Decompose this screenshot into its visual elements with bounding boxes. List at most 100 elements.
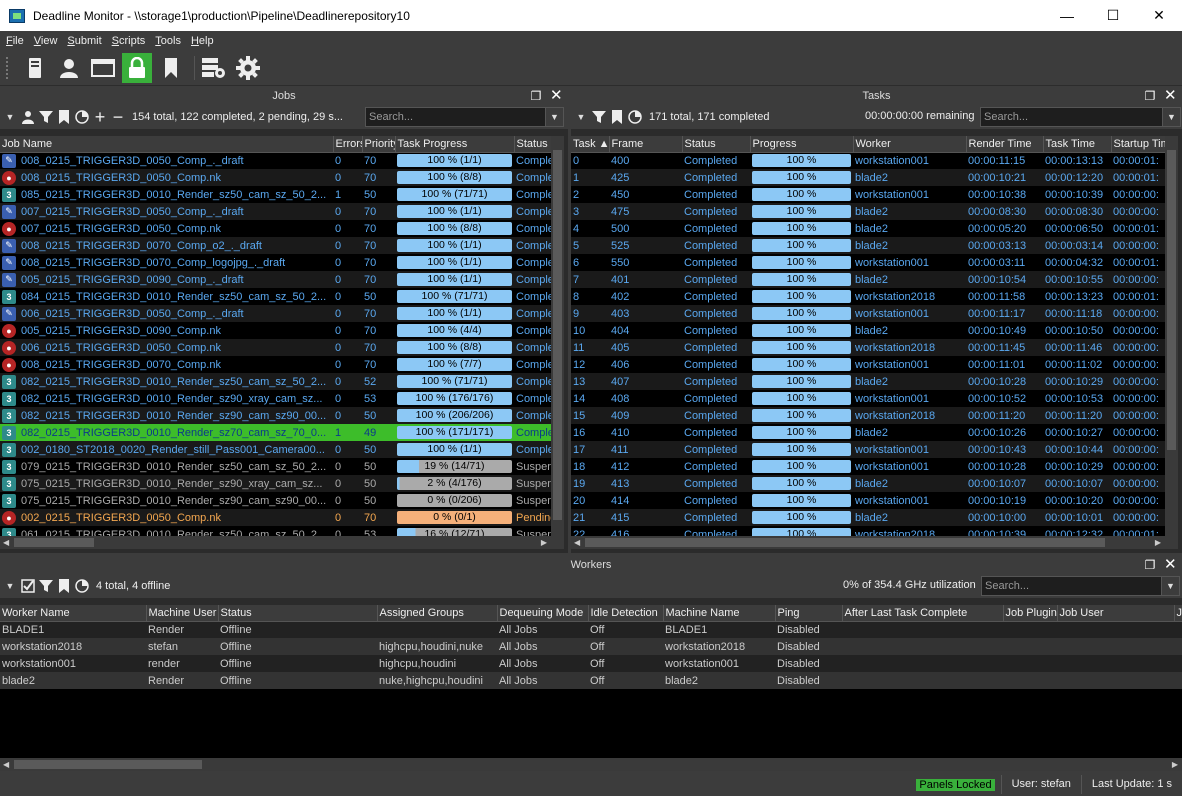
job-name-cell[interactable]: ✎ 008_0215_TRIGGER3D_0070_Comp_logojpg_._… <box>0 254 333 271</box>
job-name-cell[interactable]: ● 005_0215_TRIGGER3D_0090_Comp.nk <box>0 322 333 339</box>
worker-row[interactable]: workstation001 render Offline highcpu,houdi… <box>0 655 1182 672</box>
col-idle-detection[interactable]: Idle Detection <box>588 605 664 622</box>
collapse-all-icon[interactable]: − <box>110 107 126 127</box>
col-startup-time[interactable]: Startup Time <box>1111 136 1165 153</box>
col-worker-name[interactable]: Worker Name <box>0 605 147 622</box>
col-assigned-groups[interactable]: Assigned Groups <box>377 605 498 622</box>
task-row[interactable]: 20 414 Completed 100 % workstation001 00:00:1… <box>571 492 1165 509</box>
job-name-cell[interactable]: 3 085_0215_TRIGGER3D_0010_Render_sz50_cam… <box>0 186 333 203</box>
bookmark-icon[interactable] <box>56 578 72 594</box>
worker-row[interactable]: workstation2018 stefan Offline highcpu,houd… <box>0 638 1182 655</box>
job-name-cell[interactable]: 3 082_0215_TRIGGER3D_0010_Render_sz70_cam… <box>0 424 333 441</box>
worker-row[interactable]: BLADE1 Render Offline All Jobs Off BLADE1 Disa… <box>0 621 1182 638</box>
task-row[interactable]: 4 500 Completed 100 % blade2 00:00:05:20 00:00… <box>571 220 1165 237</box>
float-panel-icon[interactable]: ❐ <box>1144 559 1156 571</box>
search-dropdown-icon[interactable]: ▼ <box>545 108 563 126</box>
menu-file[interactable]: File <box>6 35 24 47</box>
col-priority[interactable]: Priority <box>362 136 396 153</box>
panel-menu-dropdown-icon[interactable]: ▼ <box>2 578 18 594</box>
job-row[interactable]: 3 075_0215_TRIGGER3D_0010_Render_sz90_xra… <box>0 475 551 492</box>
bookmark-icon[interactable] <box>156 53 186 83</box>
task-row[interactable]: 1 425 Completed 100 % blade2 00:00:10:21 00:00… <box>571 169 1165 186</box>
float-panel-icon[interactable]: ❐ <box>530 90 542 102</box>
jobs-search-input[interactable]: Search... ▼ <box>365 107 564 127</box>
task-row[interactable]: 10 404 Completed 100 % blade2 00:00:10:49 00:0… <box>571 322 1165 339</box>
expand-all-icon[interactable]: + <box>92 107 108 127</box>
task-row[interactable]: 22 416 Completed 100 % workstation2018 00:00:… <box>571 526 1165 536</box>
jobs-vertical-scrollbar[interactable] <box>551 136 564 536</box>
filter-icon[interactable] <box>591 109 607 125</box>
col-status[interactable]: Status <box>218 605 378 622</box>
checkbox-filter-icon[interactable] <box>20 578 36 594</box>
job-name-cell[interactable]: 3 082_0215_TRIGGER3D_0010_Render_sz90_xra… <box>0 390 333 407</box>
task-row[interactable]: 2 450 Completed 100 % workstation001 00:00:10… <box>571 186 1165 203</box>
repository-icon[interactable] <box>20 53 50 83</box>
job-row[interactable]: 3 082_0215_TRIGGER3D_0010_Render_sz90_xra… <box>0 390 551 407</box>
job-name-cell[interactable]: 3 082_0215_TRIGGER3D_0010_Render_sz50_cam… <box>0 373 333 390</box>
job-name-cell[interactable]: ✎ 005_0215_TRIGGER3D_0090_Comp_._draft <box>0 271 333 288</box>
job-row[interactable]: ✎ 007_0215_TRIGGER3D_0050_Comp_._draft 0 70… <box>0 203 551 220</box>
panel-menu-dropdown-icon[interactable]: ▼ <box>2 109 18 125</box>
job-name-cell[interactable]: ✎ 006_0215_TRIGGER3D_0050_Comp_._draft <box>0 305 333 322</box>
job-name-cell[interactable]: 3 082_0215_TRIGGER3D_0010_Render_sz90_cam… <box>0 407 333 424</box>
task-row[interactable]: 12 406 Completed 100 % workstation001 00:00:1… <box>571 356 1165 373</box>
job-row[interactable]: 3 082_0215_TRIGGER3D_0010_Render_sz70_cam… <box>0 424 551 441</box>
col-errors[interactable]: Errors <box>333 136 363 153</box>
job-row[interactable]: 3 079_0215_TRIGGER3D_0010_Render_sz50_cam… <box>0 458 551 475</box>
col-dequeuing-mode[interactable]: Dequeuing Mode <box>497 605 589 622</box>
col-j[interactable]: J <box>1174 605 1182 622</box>
menu-submit[interactable]: Submit <box>67 35 101 47</box>
job-name-cell[interactable]: ● 006_0215_TRIGGER3D_0050_Comp.nk <box>0 339 333 356</box>
col-job-plugin[interactable]: Job Plugin <box>1003 605 1058 622</box>
col-task[interactable]: Task ▲ <box>571 136 610 153</box>
job-row[interactable]: 3 084_0215_TRIGGER3D_0010_Render_sz50_cam… <box>0 288 551 305</box>
gear-icon[interactable] <box>233 53 263 83</box>
server-settings-icon[interactable] <box>199 53 229 83</box>
filter-icon[interactable] <box>38 578 54 594</box>
job-name-cell[interactable]: 3 079_0215_TRIGGER3D_0010_Render_sz50_cam… <box>0 458 333 475</box>
job-name-cell[interactable]: 3 084_0215_TRIGGER3D_0010_Render_sz50_cam… <box>0 288 333 305</box>
toolbar-grip[interactable] <box>6 56 10 79</box>
job-name-cell[interactable]: ✎ 008_0215_TRIGGER3D_0070_Comp_o2_._draft <box>0 237 333 254</box>
minimize-button[interactable]: — <box>1044 0 1090 31</box>
job-row[interactable]: ● 007_0215_TRIGGER3D_0050_Comp.nk 0 70 100 %… <box>0 220 551 237</box>
job-name-cell[interactable]: ● 002_0215_TRIGGER3D_0050_Comp.nk <box>0 509 333 526</box>
task-row[interactable]: 17 411 Completed 100 % workstation001 00:00:1… <box>571 441 1165 458</box>
col-worker[interactable]: Worker <box>853 136 967 153</box>
job-row[interactable]: ✎ 008_0215_TRIGGER3D_0070_Comp_o2_._draft… <box>0 237 551 254</box>
tasks-search-input[interactable]: Search... ▼ <box>980 107 1181 127</box>
job-name-cell[interactable]: 3 061_0215_TRIGGER3D_0010_Render_sz50_cam… <box>0 526 333 536</box>
job-name-cell[interactable]: ● 007_0215_TRIGGER3D_0050_Comp.nk <box>0 220 333 237</box>
col-after-last-task[interactable]: After Last Task Complete <box>842 605 1004 622</box>
job-name-cell[interactable]: ● 008_0215_TRIGGER3D_0070_Comp.nk <box>0 356 333 373</box>
job-name-cell[interactable]: 3 075_0215_TRIGGER3D_0010_Render_sz90_xra… <box>0 475 333 492</box>
task-row[interactable]: 13 407 Completed 100 % blade2 00:00:10:28 00:0… <box>571 373 1165 390</box>
task-row[interactable]: 18 412 Completed 100 % workstation001 00:00:1… <box>571 458 1165 475</box>
col-task-time[interactable]: Task Time <box>1043 136 1112 153</box>
panels-locked-indicator[interactable]: Panels Locked <box>916 778 995 791</box>
workers-horizontal-scrollbar[interactable]: ◀ ▶ <box>0 758 1182 771</box>
col-render-time[interactable]: Render Time <box>966 136 1044 153</box>
task-row[interactable]: 3 475 Completed 100 % blade2 00:00:08:30 00:00… <box>571 203 1165 220</box>
tasks-horizontal-scrollbar[interactable]: ◀ ▶ <box>571 536 1178 549</box>
menu-tools[interactable]: Tools <box>155 35 181 47</box>
jobs-horizontal-scrollbar[interactable]: ◀ ▶ <box>0 536 564 549</box>
task-row[interactable]: 16 410 Completed 100 % blade2 00:00:10:26 00:0… <box>571 424 1165 441</box>
col-task-progress[interactable]: Task Progress <box>395 136 515 153</box>
task-row[interactable]: 14 408 Completed 100 % workstation001 00:00:1… <box>571 390 1165 407</box>
task-row[interactable]: 15 409 Completed 100 % workstation2018 00:00:… <box>571 407 1165 424</box>
task-row[interactable]: 7 401 Completed 100 % blade2 00:00:10:54 00:00… <box>571 271 1165 288</box>
user-icon[interactable] <box>54 53 84 83</box>
pie-chart-icon[interactable] <box>627 109 643 125</box>
task-row[interactable]: 11 405 Completed 100 % workstation2018 00:00:… <box>571 339 1165 356</box>
search-dropdown-icon[interactable]: ▼ <box>1162 108 1180 126</box>
window-icon[interactable] <box>88 53 118 83</box>
job-row[interactable]: ✎ 008_0215_TRIGGER3D_0070_Comp_logojpg_._… <box>0 254 551 271</box>
task-row[interactable]: 21 415 Completed 100 % blade2 00:00:10:00 00:0… <box>571 509 1165 526</box>
bookmark-icon[interactable] <box>56 109 72 125</box>
workers-search-input[interactable]: Search... ▼ <box>981 576 1180 596</box>
filter-icon[interactable] <box>38 109 54 125</box>
col-status[interactable]: Status <box>682 136 751 153</box>
col-job-name[interactable]: Job Name <box>0 136 334 153</box>
maximize-button[interactable]: ☐ <box>1090 0 1136 31</box>
